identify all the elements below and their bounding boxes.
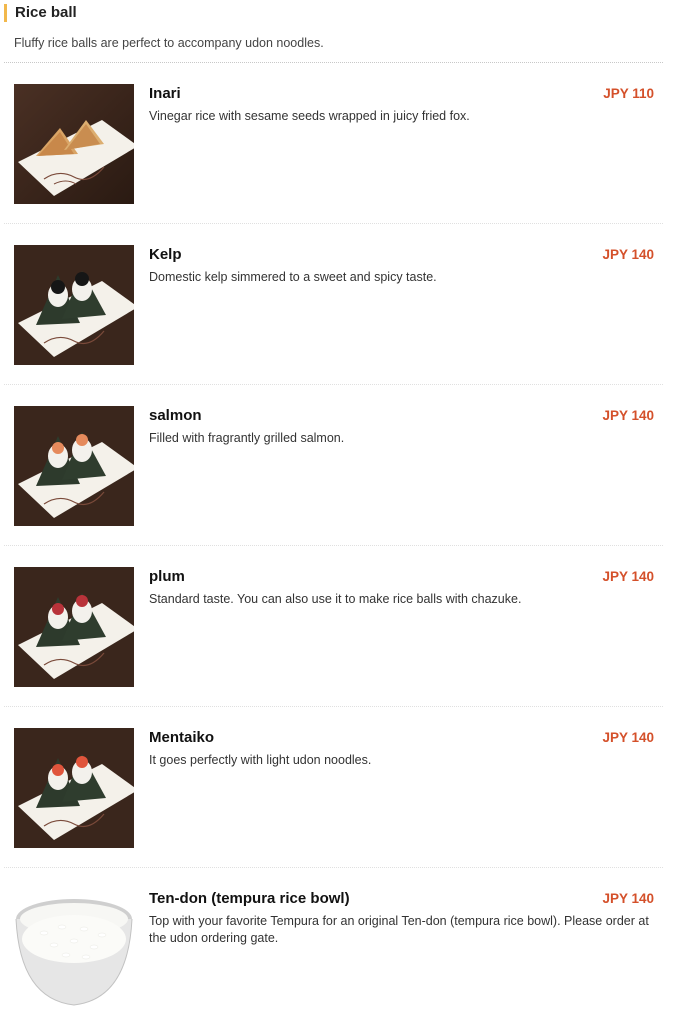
- menu-item-ten-don[interactable]: Ten-don (tempura rice bowl) JPY 140 Top …: [4, 868, 663, 1018]
- section-title: Rice ball: [15, 4, 77, 21]
- mentaiko-onigiri-photo[interactable]: [14, 728, 134, 848]
- menu-item-salmon[interactable]: salmon JPY 140 Filled with fragrantly gr…: [4, 385, 663, 546]
- item-price: JPY 110: [603, 86, 654, 101]
- section-description: Fluffy rice balls are perfect to accompa…: [14, 36, 324, 50]
- section-header: Rice ball: [4, 4, 77, 22]
- menu-item-mentaiko[interactable]: Mentaiko JPY 140 It goes perfectly with …: [4, 707, 663, 868]
- item-description: Vinegar rice with sesame seeds wrapped i…: [149, 109, 470, 123]
- inari-photo[interactable]: [14, 84, 134, 204]
- item-price: JPY 140: [602, 891, 654, 906]
- menu-item-plum[interactable]: plum JPY 140 Standard taste. You can als…: [4, 546, 663, 707]
- item-description: Filled with fragrantly grilled salmon.: [149, 431, 345, 445]
- item-price: JPY 140: [602, 408, 654, 423]
- item-name[interactable]: Ten-don (tempura rice bowl): [149, 890, 350, 908]
- plum-onigiri-photo[interactable]: [14, 567, 134, 687]
- item-name[interactable]: plum: [149, 568, 185, 586]
- section-accent-bar: [4, 4, 7, 22]
- item-price: JPY 140: [602, 569, 654, 584]
- item-name[interactable]: Kelp: [149, 246, 182, 264]
- item-name[interactable]: salmon: [149, 407, 202, 425]
- menu-item-kelp[interactable]: Kelp JPY 140 Domestic kelp simmered to a…: [4, 224, 663, 385]
- menu-page: Rice ball Fluffy rice balls are perfect …: [0, 0, 678, 1018]
- menu-list: Inari JPY 110 Vinegar rice with sesame s…: [4, 63, 663, 1018]
- item-name[interactable]: Inari: [149, 85, 181, 103]
- salmon-onigiri-photo[interactable]: [14, 406, 134, 526]
- item-price: JPY 140: [602, 247, 654, 262]
- item-description: Top with your favorite Tempura for an or…: [149, 914, 649, 945]
- item-price: JPY 140: [602, 730, 654, 745]
- rice-bowl-photo[interactable]: [14, 889, 134, 1009]
- menu-item-inari[interactable]: Inari JPY 110 Vinegar rice with sesame s…: [4, 63, 663, 224]
- kelp-onigiri-photo[interactable]: [14, 245, 134, 365]
- item-description: Standard taste. You can also use it to m…: [149, 592, 522, 606]
- item-name[interactable]: Mentaiko: [149, 729, 214, 747]
- item-description: It goes perfectly with light udon noodle…: [149, 753, 372, 767]
- item-description: Domestic kelp simmered to a sweet and sp…: [149, 270, 437, 284]
